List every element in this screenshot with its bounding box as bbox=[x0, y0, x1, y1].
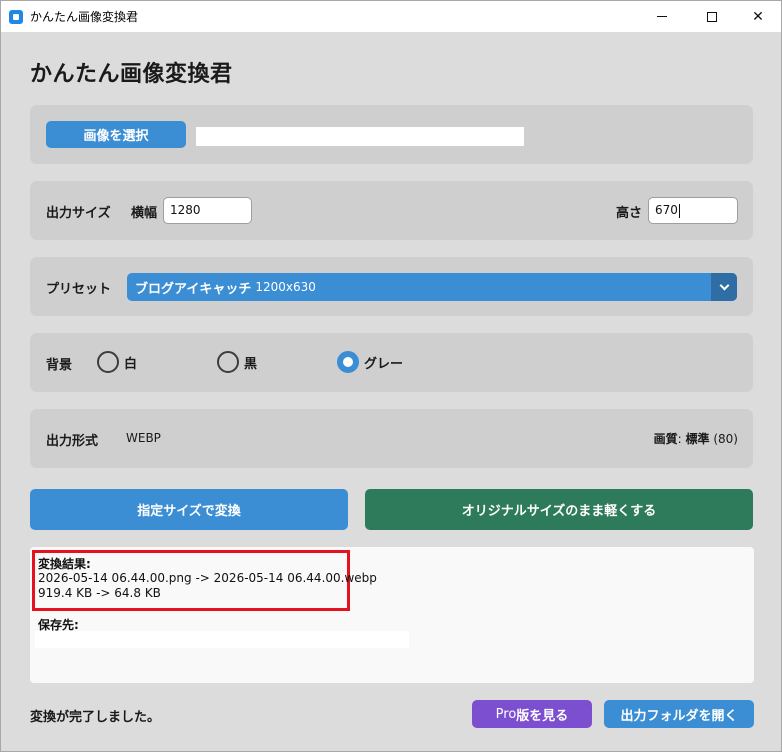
maximize-button[interactable] bbox=[689, 1, 735, 32]
quality-number: (80) bbox=[713, 432, 738, 446]
app-window: かんたん画像変換君 ✕ かんたん画像変換君 画像を選択 出力サイズ 横幅 128… bbox=[0, 0, 782, 752]
pro-suffix: 版を見る bbox=[516, 708, 569, 724]
result-area: 変換結果: 2026-05-14 06.44.00.png -> 2026-05… bbox=[30, 547, 754, 683]
quality-label: 画質 bbox=[653, 432, 678, 446]
size-panel: 出力サイズ 横幅 1280 高さ 670 bbox=[30, 181, 753, 240]
quality-level: 標準 bbox=[685, 432, 710, 446]
minimize-icon bbox=[657, 16, 667, 17]
radio-label: 白 bbox=[124, 356, 138, 372]
view-pro-button[interactable]: Pro 版を見る bbox=[472, 700, 592, 728]
background-panel: 背景 白 黒 グレー bbox=[30, 333, 753, 392]
maximize-icon bbox=[707, 11, 717, 22]
close-button[interactable]: ✕ bbox=[735, 1, 781, 32]
preset-selected-name: ブログアイキャッチ bbox=[135, 281, 252, 297]
format-panel: 出力形式 WEBP 画質: 標準 (80) bbox=[30, 409, 753, 468]
preset-panel: プリセット ブログアイキャッチ 1200x630 bbox=[30, 257, 753, 316]
height-value: 670 bbox=[655, 203, 678, 217]
text-caret bbox=[678, 203, 680, 218]
status-text: 変換が完了しました。 bbox=[30, 710, 161, 725]
radio-gray[interactable]: グレー bbox=[337, 351, 403, 373]
quality-indicator: 画質: 標準 (80) bbox=[653, 432, 738, 446]
convert-button[interactable]: 指定サイズで変換 bbox=[30, 489, 348, 530]
radio-label: グレー bbox=[364, 356, 404, 372]
select-image-button[interactable]: 画像を選択 bbox=[46, 121, 186, 148]
save-path-field bbox=[35, 631, 409, 648]
app-icon bbox=[9, 9, 23, 24]
width-label: 横幅 bbox=[131, 206, 158, 221]
dropdown-toggle[interactable] bbox=[711, 273, 737, 301]
title-bar[interactable]: かんたん画像変換君 ✕ bbox=[1, 1, 781, 32]
output-format-label: 出力形式 bbox=[46, 434, 99, 449]
width-input[interactable]: 1280 bbox=[163, 197, 252, 224]
radio-black[interactable]: 黒 bbox=[217, 351, 257, 373]
minimize-button[interactable] bbox=[639, 1, 685, 32]
compress-original-button[interactable]: オリジナルサイズのまま軽くする bbox=[365, 489, 753, 530]
output-format-value: WEBP bbox=[126, 431, 161, 445]
preset-dropdown[interactable]: ブログアイキャッチ 1200x630 bbox=[127, 273, 737, 301]
radio-on-icon[interactable] bbox=[337, 351, 359, 373]
output-size-label: 出力サイズ bbox=[46, 206, 111, 221]
height-label: 高さ bbox=[616, 206, 643, 221]
page-title: かんたん画像変換君 bbox=[30, 62, 233, 87]
preset-selected-size: 1200x630 bbox=[255, 280, 316, 294]
close-icon: ✕ bbox=[752, 8, 764, 25]
radio-off-icon[interactable] bbox=[97, 351, 119, 373]
preset-label: プリセット bbox=[46, 282, 112, 297]
result-file-line: 2026-05-14 06.44.00.png -> 2026-05-14 06… bbox=[38, 571, 377, 585]
open-folder-button[interactable]: 出力フォルダを開く bbox=[604, 700, 754, 728]
result-heading: 変換結果: bbox=[38, 557, 91, 571]
background-label: 背景 bbox=[46, 358, 73, 373]
window-title: かんたん画像変換君 bbox=[30, 10, 139, 24]
file-panel: 画像を選択 bbox=[30, 105, 753, 164]
chevron-down-icon bbox=[719, 280, 729, 290]
pro-prefix: Pro bbox=[495, 706, 517, 722]
height-input[interactable]: 670 bbox=[648, 197, 738, 224]
width-value: 1280 bbox=[170, 203, 201, 217]
radio-label: 黒 bbox=[244, 356, 258, 372]
result-size-line: 919.4 KB -> 64.8 KB bbox=[38, 586, 161, 600]
radio-white[interactable]: 白 bbox=[97, 351, 137, 373]
radio-off-icon[interactable] bbox=[217, 351, 239, 373]
file-path-field bbox=[196, 127, 524, 146]
